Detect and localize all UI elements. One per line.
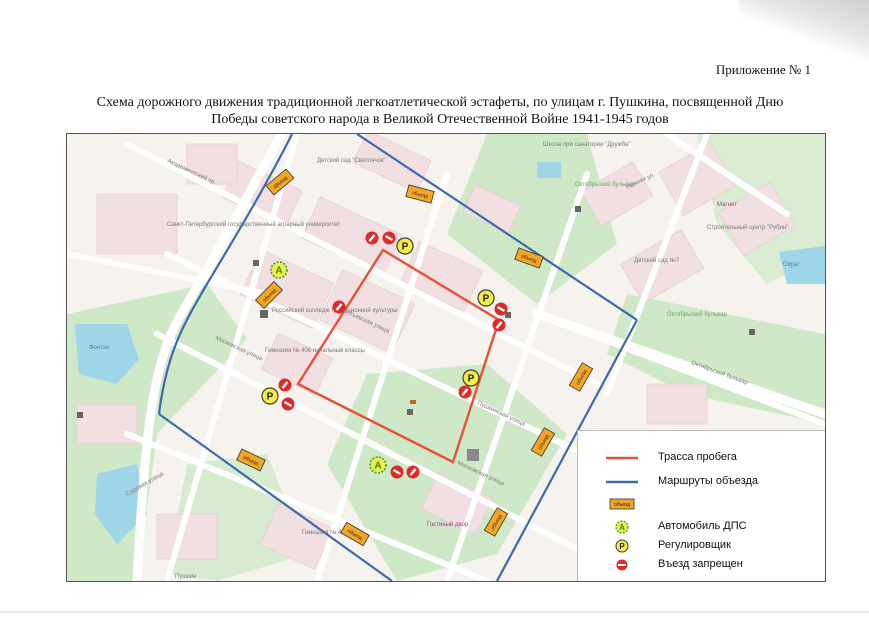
label-school: Школа при санатории "Дружба" (543, 142, 630, 148)
page-title: Схема дорожного движения традиционной ле… (40, 94, 840, 128)
no-entry-sign-3 (494, 302, 508, 316)
traffic-controller-marker-2: P (477, 289, 495, 307)
police-car-marker-1: A (270, 261, 288, 279)
label-gymnasium: Гимназия № 406 начальные классы (265, 347, 365, 354)
label-agrarian-university: Санкт-Петербургский государственный агра… (167, 221, 340, 228)
svg-text:P: P (267, 392, 274, 403)
traffic-controller-marker-4: P (261, 387, 279, 405)
poi-icon-1 (575, 206, 581, 212)
svg-text:объезд: объезд (614, 502, 630, 508)
label-store: Строительный центр "Рубин" (707, 224, 788, 231)
traffic-controller-marker-1: P (396, 237, 414, 255)
traffic-controller-legend-icon: P (615, 539, 629, 553)
label-ovrag: Овраг (783, 262, 801, 268)
label-guest-house: Гостиный двор (427, 521, 469, 528)
pond-4 (537, 162, 561, 178)
legend-row-detour-sign: объезд (578, 495, 825, 513)
legend-label-no-entry: Въезд запрещен (658, 558, 743, 570)
no-entry-sign-6 (278, 378, 292, 392)
no-entry-sign-1 (365, 231, 379, 245)
legend-row-no-entry: Въезд запрещен (578, 556, 825, 574)
label-magnit: Магнит (717, 202, 737, 208)
scan-bottom-edge (0, 611, 869, 613)
traffic-controller-marker-3: P (462, 369, 480, 387)
poi-icon-3 (407, 409, 413, 415)
svg-text:A: A (619, 523, 625, 532)
legend-row-police: A Автомобиль ДПС (578, 518, 825, 536)
svg-text:P: P (619, 542, 625, 551)
legend-row-race-route: Трасса пробега (578, 449, 825, 467)
label-fontan: Фонтан (89, 345, 110, 351)
legend-label-controller: Регулировщик (658, 539, 731, 551)
no-entry-legend-icon (616, 559, 628, 571)
detour-route-legend-icon (606, 480, 638, 484)
label-oktyabrsky-boulevard-2: Октябрьский бульвар (667, 311, 728, 318)
no-entry-sign-4 (492, 318, 506, 332)
title-line-2: Победы советского народа в Великой Отече… (211, 112, 669, 127)
traffic-scheme-map[interactable]: Школа при санатории "Дружба" Детский сад… (66, 133, 826, 582)
no-entry-sign-5 (332, 300, 346, 314)
no-entry-sign-2 (382, 231, 396, 245)
no-entry-sign-10 (406, 465, 420, 479)
race-route-legend-icon (606, 456, 638, 460)
legend-label-race-route: Трасса пробега (658, 451, 737, 463)
legend-label-police: Автомобиль ДПС (658, 520, 747, 532)
svg-text:P: P (483, 294, 490, 305)
poi-icon-8 (260, 310, 268, 318)
detour-sign-legend-icon: объезд (609, 498, 635, 510)
no-entry-sign-8 (458, 385, 472, 399)
label-kindergarten-7: Детский сад №7 (634, 257, 680, 264)
svg-text:A: A (374, 461, 381, 472)
legend-label-detour: Маршруты объезда (658, 475, 758, 487)
poi-icon-2 (749, 329, 755, 335)
svg-text:P: P (402, 242, 409, 253)
legend-row-controller: P Регулировщик (578, 537, 825, 555)
police-car-marker-2: A (369, 456, 387, 474)
appendix-label: Приложение № 1 (715, 62, 811, 77)
police-car-legend-icon: A (615, 520, 629, 534)
scan-shadow (739, 0, 869, 60)
title-line-1: Схема дорожного движения традиционной ле… (96, 95, 784, 110)
legend-row-detour: Маршруты объезда (578, 473, 825, 491)
poi-icon-5 (410, 400, 416, 404)
svg-text:P: P (468, 374, 475, 385)
no-entry-sign-7 (281, 397, 295, 411)
svg-text:A: A (275, 266, 282, 277)
label-kindergarten-top: Детский сад "Светлячок" (317, 157, 386, 164)
map-legend: Трасса пробега Маршруты объезда объезд A… (577, 430, 825, 581)
label-pushkin: Пушкин (175, 574, 196, 580)
poi-icon-7 (253, 260, 259, 266)
church-icon (467, 449, 479, 461)
no-entry-sign-9 (390, 465, 404, 479)
poi-icon-4 (77, 412, 83, 418)
